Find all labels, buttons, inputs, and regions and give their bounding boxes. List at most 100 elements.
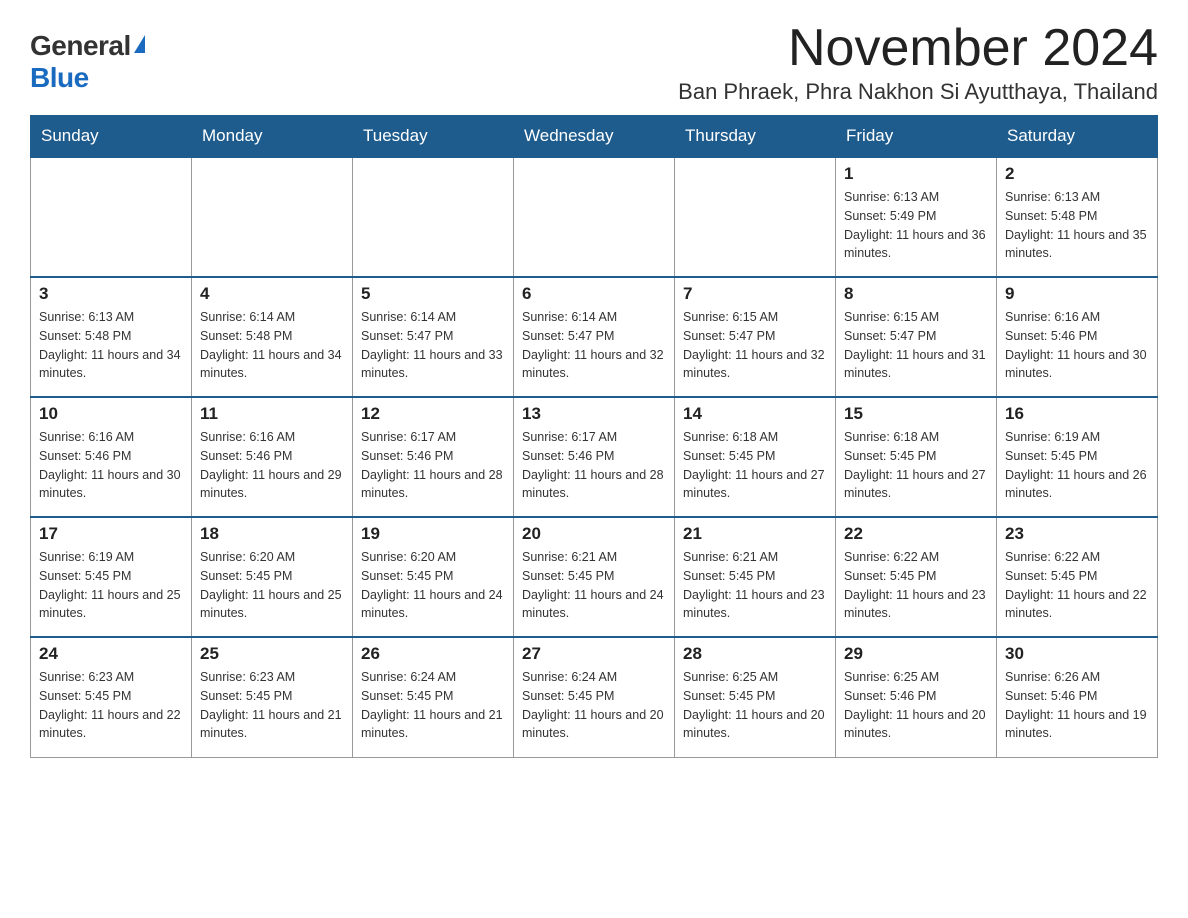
weekday-header-monday: Monday: [192, 116, 353, 158]
day-number: 10: [39, 404, 183, 424]
day-number: 23: [1005, 524, 1149, 544]
day-number: 3: [39, 284, 183, 304]
calendar-cell: 18 Sunrise: 6:20 AM Sunset: 5:45 PM Dayli…: [192, 517, 353, 637]
location-title: Ban Phraek, Phra Nakhon Si Ayutthaya, Th…: [678, 79, 1158, 105]
calendar-cell: 5 Sunrise: 6:14 AM Sunset: 5:47 PM Daylig…: [353, 277, 514, 397]
day-info: Sunrise: 6:20 AM Sunset: 5:45 PM Dayligh…: [361, 548, 505, 623]
day-info: Sunrise: 6:16 AM Sunset: 5:46 PM Dayligh…: [1005, 308, 1149, 383]
day-info: Sunrise: 6:20 AM Sunset: 5:45 PM Dayligh…: [200, 548, 344, 623]
calendar-cell: 4 Sunrise: 6:14 AM Sunset: 5:48 PM Daylig…: [192, 277, 353, 397]
calendar-cell: 2Sunrise: 6:13 AM Sunset: 5:48 PM Daylig…: [997, 157, 1158, 277]
calendar-cell: 10 Sunrise: 6:16 AM Sunset: 5:46 PM Dayli…: [31, 397, 192, 517]
week-row-5: 24 Sunrise: 6:23 AM Sunset: 5:45 PM Dayli…: [31, 637, 1158, 757]
weekday-header-friday: Friday: [836, 116, 997, 158]
week-row-3: 10 Sunrise: 6:16 AM Sunset: 5:46 PM Dayli…: [31, 397, 1158, 517]
calendar-cell: 22 Sunrise: 6:22 AM Sunset: 5:45 PM Dayli…: [836, 517, 997, 637]
weekday-header-wednesday: Wednesday: [514, 116, 675, 158]
day-info: Sunrise: 6:17 AM Sunset: 5:46 PM Dayligh…: [361, 428, 505, 503]
calendar-cell: 29Sunrise: 6:25 AM Sunset: 5:46 PM Dayli…: [836, 637, 997, 757]
calendar-cell: 23 Sunrise: 6:22 AM Sunset: 5:45 PM Dayli…: [997, 517, 1158, 637]
calendar-cell: 25Sunrise: 6:23 AM Sunset: 5:45 PM Dayli…: [192, 637, 353, 757]
calendar-cell: [192, 157, 353, 277]
day-number: 14: [683, 404, 827, 424]
calendar-cell: 12 Sunrise: 6:17 AM Sunset: 5:46 PM Dayli…: [353, 397, 514, 517]
calendar-cell: 11Sunrise: 6:16 AM Sunset: 5:46 PM Dayli…: [192, 397, 353, 517]
logo: General Blue: [30, 30, 145, 94]
header: General Blue November 2024 Ban Phraek, P…: [30, 20, 1158, 105]
day-number: 4: [200, 284, 344, 304]
day-info: Sunrise: 6:21 AM Sunset: 5:45 PM Dayligh…: [522, 548, 666, 623]
logo-triangle-icon: [134, 35, 145, 53]
calendar-cell: [514, 157, 675, 277]
calendar-cell: 1 Sunrise: 6:13 AM Sunset: 5:49 PM Daylig…: [836, 157, 997, 277]
calendar-cell: 24 Sunrise: 6:23 AM Sunset: 5:45 PM Dayli…: [31, 637, 192, 757]
day-info: Sunrise: 6:21 AM Sunset: 5:45 PM Dayligh…: [683, 548, 827, 623]
day-info: Sunrise: 6:18 AM Sunset: 5:45 PM Dayligh…: [844, 428, 988, 503]
day-info: Sunrise: 6:18 AM Sunset: 5:45 PM Dayligh…: [683, 428, 827, 503]
day-info: Sunrise: 6:25 AM Sunset: 5:45 PM Dayligh…: [683, 668, 827, 743]
day-number: 27: [522, 644, 666, 664]
day-number: 7: [683, 284, 827, 304]
day-number: 24: [39, 644, 183, 664]
logo-blue-text: Blue: [30, 62, 89, 94]
title-block: November 2024 Ban Phraek, Phra Nakhon Si…: [678, 20, 1158, 105]
day-info: Sunrise: 6:16 AM Sunset: 5:46 PM Dayligh…: [200, 428, 344, 503]
day-number: 21: [683, 524, 827, 544]
calendar-cell: 17 Sunrise: 6:19 AM Sunset: 5:45 PM Dayli…: [31, 517, 192, 637]
calendar-cell: 20 Sunrise: 6:21 AM Sunset: 5:45 PM Dayli…: [514, 517, 675, 637]
day-number: 13: [522, 404, 666, 424]
day-number: 28: [683, 644, 827, 664]
day-number: 12: [361, 404, 505, 424]
day-number: 26: [361, 644, 505, 664]
calendar-cell: 8 Sunrise: 6:15 AM Sunset: 5:47 PM Daylig…: [836, 277, 997, 397]
day-info: Sunrise: 6:15 AM Sunset: 5:47 PM Dayligh…: [844, 308, 988, 383]
logo-general-text: General: [30, 30, 131, 62]
day-info: Sunrise: 6:16 AM Sunset: 5:46 PM Dayligh…: [39, 428, 183, 503]
day-info: Sunrise: 6:13 AM Sunset: 5:49 PM Dayligh…: [844, 188, 988, 263]
day-number: 18: [200, 524, 344, 544]
day-info: Sunrise: 6:17 AM Sunset: 5:46 PM Dayligh…: [522, 428, 666, 503]
calendar-cell: 9 Sunrise: 6:16 AM Sunset: 5:46 PM Daylig…: [997, 277, 1158, 397]
weekday-header-thursday: Thursday: [675, 116, 836, 158]
day-number: 22: [844, 524, 988, 544]
calendar-cell: 26Sunrise: 6:24 AM Sunset: 5:45 PM Dayli…: [353, 637, 514, 757]
calendar-cell: 27 Sunrise: 6:24 AM Sunset: 5:45 PM Dayli…: [514, 637, 675, 757]
day-info: Sunrise: 6:13 AM Sunset: 5:48 PM Dayligh…: [39, 308, 183, 383]
day-number: 9: [1005, 284, 1149, 304]
calendar-cell: 14 Sunrise: 6:18 AM Sunset: 5:45 PM Dayli…: [675, 397, 836, 517]
week-row-4: 17 Sunrise: 6:19 AM Sunset: 5:45 PM Dayli…: [31, 517, 1158, 637]
calendar-cell: 3 Sunrise: 6:13 AM Sunset: 5:48 PM Daylig…: [31, 277, 192, 397]
day-info: Sunrise: 6:19 AM Sunset: 5:45 PM Dayligh…: [1005, 428, 1149, 503]
day-number: 30: [1005, 644, 1149, 664]
day-info: Sunrise: 6:14 AM Sunset: 5:48 PM Dayligh…: [200, 308, 344, 383]
day-info: Sunrise: 6:23 AM Sunset: 5:45 PM Dayligh…: [39, 668, 183, 743]
day-info: Sunrise: 6:14 AM Sunset: 5:47 PM Dayligh…: [522, 308, 666, 383]
calendar-cell: 13 Sunrise: 6:17 AM Sunset: 5:46 PM Dayli…: [514, 397, 675, 517]
weekday-header-tuesday: Tuesday: [353, 116, 514, 158]
day-number: 15: [844, 404, 988, 424]
day-info: Sunrise: 6:22 AM Sunset: 5:45 PM Dayligh…: [1005, 548, 1149, 623]
day-number: 17: [39, 524, 183, 544]
day-number: 19: [361, 524, 505, 544]
calendar-cell: [675, 157, 836, 277]
calendar-cell: 6Sunrise: 6:14 AM Sunset: 5:47 PM Daylig…: [514, 277, 675, 397]
calendar-cell: 15 Sunrise: 6:18 AM Sunset: 5:45 PM Dayli…: [836, 397, 997, 517]
calendar-cell: 16 Sunrise: 6:19 AM Sunset: 5:45 PM Dayli…: [997, 397, 1158, 517]
calendar-cell: 7Sunrise: 6:15 AM Sunset: 5:47 PM Daylig…: [675, 277, 836, 397]
day-info: Sunrise: 6:14 AM Sunset: 5:47 PM Dayligh…: [361, 308, 505, 383]
day-number: 5: [361, 284, 505, 304]
day-number: 2: [1005, 164, 1149, 184]
day-number: 8: [844, 284, 988, 304]
day-info: Sunrise: 6:22 AM Sunset: 5:45 PM Dayligh…: [844, 548, 988, 623]
week-row-1: 1 Sunrise: 6:13 AM Sunset: 5:49 PM Daylig…: [31, 157, 1158, 277]
day-number: 16: [1005, 404, 1149, 424]
day-number: 25: [200, 644, 344, 664]
day-number: 1: [844, 164, 988, 184]
day-info: Sunrise: 6:19 AM Sunset: 5:45 PM Dayligh…: [39, 548, 183, 623]
day-info: Sunrise: 6:24 AM Sunset: 5:45 PM Dayligh…: [522, 668, 666, 743]
month-title: November 2024: [678, 20, 1158, 77]
calendar-table: SundayMondayTuesdayWednesdayThursdayFrid…: [30, 115, 1158, 758]
calendar-cell: 21 Sunrise: 6:21 AM Sunset: 5:45 PM Dayli…: [675, 517, 836, 637]
day-info: Sunrise: 6:25 AM Sunset: 5:46 PM Dayligh…: [844, 668, 988, 743]
day-number: 20: [522, 524, 666, 544]
